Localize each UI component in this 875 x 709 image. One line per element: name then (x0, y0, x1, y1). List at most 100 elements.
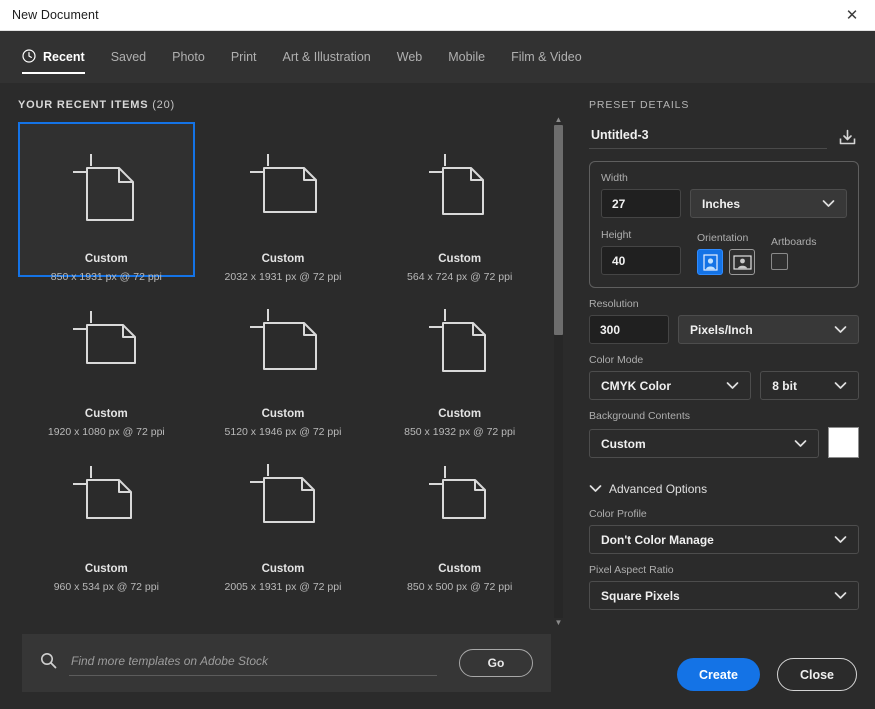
resolution-label: Resolution (589, 298, 639, 310)
window-titlebar: New Document ✕ (0, 0, 875, 31)
chevron-down-icon (589, 482, 602, 496)
resolution-input[interactable] (589, 315, 669, 344)
artboards-checkbox[interactable] (771, 253, 788, 270)
recent-item-title: Custom (438, 253, 482, 265)
color-mode-label: Color Mode (589, 354, 644, 366)
recent-items-scrollarea: Custom 850 x 1931 px @ 72 ppi Custom 203… (0, 111, 573, 634)
recent-item-card[interactable]: Custom 2005 x 1931 px @ 72 ppi (195, 432, 372, 593)
create-button[interactable]: Create (677, 658, 760, 691)
color-profile-select[interactable]: Don't Color Manage (589, 525, 859, 554)
recent-items-panel: YOUR RECENT ITEMS (20) Custom 850 x 1931… (0, 83, 573, 709)
background-contents-select[interactable]: Custom (589, 429, 819, 458)
recent-item-card[interactable]: Custom 5120 x 1946 px @ 72 ppi (195, 277, 372, 438)
pixel-aspect-ratio-value: Square Pixels (601, 588, 680, 603)
color-mode-select[interactable]: CMYK Color (589, 371, 752, 400)
tab-active-underline (22, 72, 85, 74)
document-landscape-icon (238, 150, 328, 233)
stock-go-button[interactable]: Go (459, 649, 533, 677)
chevron-down-icon (834, 379, 847, 393)
adobe-stock-search-bar: Go (22, 634, 551, 692)
dialog-content: YOUR RECENT ITEMS (20) Custom 850 x 1931… (0, 83, 875, 709)
tab-label: Saved (110, 50, 147, 64)
orientation-buttons (697, 249, 755, 275)
recent-items-heading: YOUR RECENT ITEMS (20) (0, 83, 573, 111)
width-unit-value: Inches (702, 196, 741, 211)
tab-art-and-illustration[interactable]: Art & Illustration (270, 31, 384, 83)
scrollbar-thumb[interactable] (554, 125, 563, 335)
recent-item-title: Custom (261, 253, 305, 265)
tab-photo[interactable]: Photo (159, 31, 218, 83)
width-input[interactable] (601, 189, 681, 218)
save-preset-icon[interactable] (835, 125, 859, 149)
recent-item-dimensions: 850 x 500 px @ 72 ppi (407, 581, 513, 593)
tab-film-and-video[interactable]: Film & Video (498, 31, 595, 83)
tab-label: Print (230, 50, 257, 64)
new-document-dialog: New Document ✕ Recent Saved Photo Print … (0, 0, 875, 709)
recent-items-heading-label: YOUR RECENT ITEMS (18, 99, 149, 111)
search-icon (40, 652, 57, 674)
recent-item-card[interactable]: Custom 564 x 724 px @ 72 ppi (371, 122, 548, 283)
height-input[interactable] (601, 246, 681, 275)
recent-item-title: Custom (84, 253, 128, 265)
chevron-down-icon (834, 323, 847, 337)
tab-label: Film & Video (511, 50, 582, 64)
tab-recent[interactable]: Recent (22, 31, 98, 83)
dimensions-group: Width Inches Height (589, 161, 859, 288)
recent-item-card[interactable]: Custom 850 x 1931 px @ 72 ppi (18, 122, 195, 283)
artboards-label: Artboards (771, 236, 817, 248)
orientation-field: Orientation (697, 232, 755, 275)
background-color-swatch[interactable] (828, 427, 859, 458)
preset-name-input[interactable] (589, 125, 827, 149)
color-profile-value: Don't Color Manage (601, 532, 714, 547)
close-button[interactable]: Close (776, 658, 857, 691)
color-profile-field: Color Profile Don't Color Manage (589, 508, 859, 554)
dialog-footer: Create Close (677, 658, 857, 691)
height-field: Height (601, 229, 681, 275)
document-landscape-icon (61, 460, 151, 543)
pixel-aspect-ratio-label: Pixel Aspect Ratio (589, 564, 674, 576)
close-icon[interactable]: ✕ (837, 2, 867, 28)
bit-depth-select[interactable]: 8 bit (760, 371, 859, 400)
tab-label: Mobile (448, 50, 486, 64)
recent-items-count: (20) (152, 99, 175, 111)
background-contents-label: Background Contents (589, 410, 690, 422)
scroll-down-icon[interactable]: ▼ (553, 618, 564, 628)
preset-details-heading: PRESET DETAILS (589, 99, 690, 111)
recent-item-card[interactable]: Custom 850 x 500 px @ 72 ppi (371, 432, 548, 593)
recent-item-card[interactable]: Custom 1920 x 1080 px @ 72 ppi (18, 277, 195, 438)
document-landscape-icon (61, 305, 151, 388)
resolution-unit-select[interactable]: Pixels/Inch (678, 315, 859, 344)
document-portrait-icon (61, 150, 151, 233)
artboards-field: Artboards (771, 236, 817, 275)
chevron-down-icon (822, 197, 835, 211)
width-unit-select[interactable]: Inches (690, 189, 847, 218)
recent-item-title: Custom (438, 563, 482, 575)
recent-item-title: Custom (438, 408, 482, 420)
color-mode-field: Color Mode CMYK Color 8 bit (589, 354, 859, 400)
tab-label: Art & Illustration (282, 50, 371, 64)
recent-item-title: Custom (84, 408, 128, 420)
orientation-portrait-icon[interactable] (697, 249, 723, 275)
recent-item-dimensions: 2005 x 1931 px @ 72 ppi (224, 581, 342, 593)
tab-label: Photo (172, 50, 205, 64)
recent-item-card[interactable]: Custom 850 x 1932 px @ 72 ppi (371, 277, 548, 438)
tab-web[interactable]: Web (384, 31, 435, 83)
recent-items-scrollbar[interactable]: ▲ ▼ (552, 115, 565, 628)
advanced-options-toggle[interactable]: Advanced Options (589, 482, 859, 496)
scroll-up-icon[interactable]: ▲ (553, 115, 564, 125)
orientation-landscape-icon[interactable] (729, 249, 755, 275)
recent-item-card[interactable]: Custom 2032 x 1931 px @ 72 ppi (195, 122, 372, 283)
height-orientation-row: Height Orientation (601, 229, 847, 275)
stock-search-input[interactable] (69, 650, 437, 676)
resolution-row: Pixels/Inch (589, 315, 859, 344)
tab-print[interactable]: Print (218, 31, 270, 83)
recent-item-card[interactable]: Custom 960 x 534 px @ 72 ppi (18, 432, 195, 593)
color-profile-label: Color Profile (589, 508, 647, 520)
scrollbar-track[interactable] (554, 125, 563, 618)
color-mode-row: CMYK Color 8 bit (589, 371, 859, 400)
pixel-aspect-ratio-select[interactable]: Square Pixels (589, 581, 859, 610)
tab-saved[interactable]: Saved (98, 31, 159, 83)
document-landscape-icon (238, 305, 328, 388)
background-contents-field: Background Contents Custom (589, 410, 859, 458)
tab-mobile[interactable]: Mobile (435, 31, 498, 83)
